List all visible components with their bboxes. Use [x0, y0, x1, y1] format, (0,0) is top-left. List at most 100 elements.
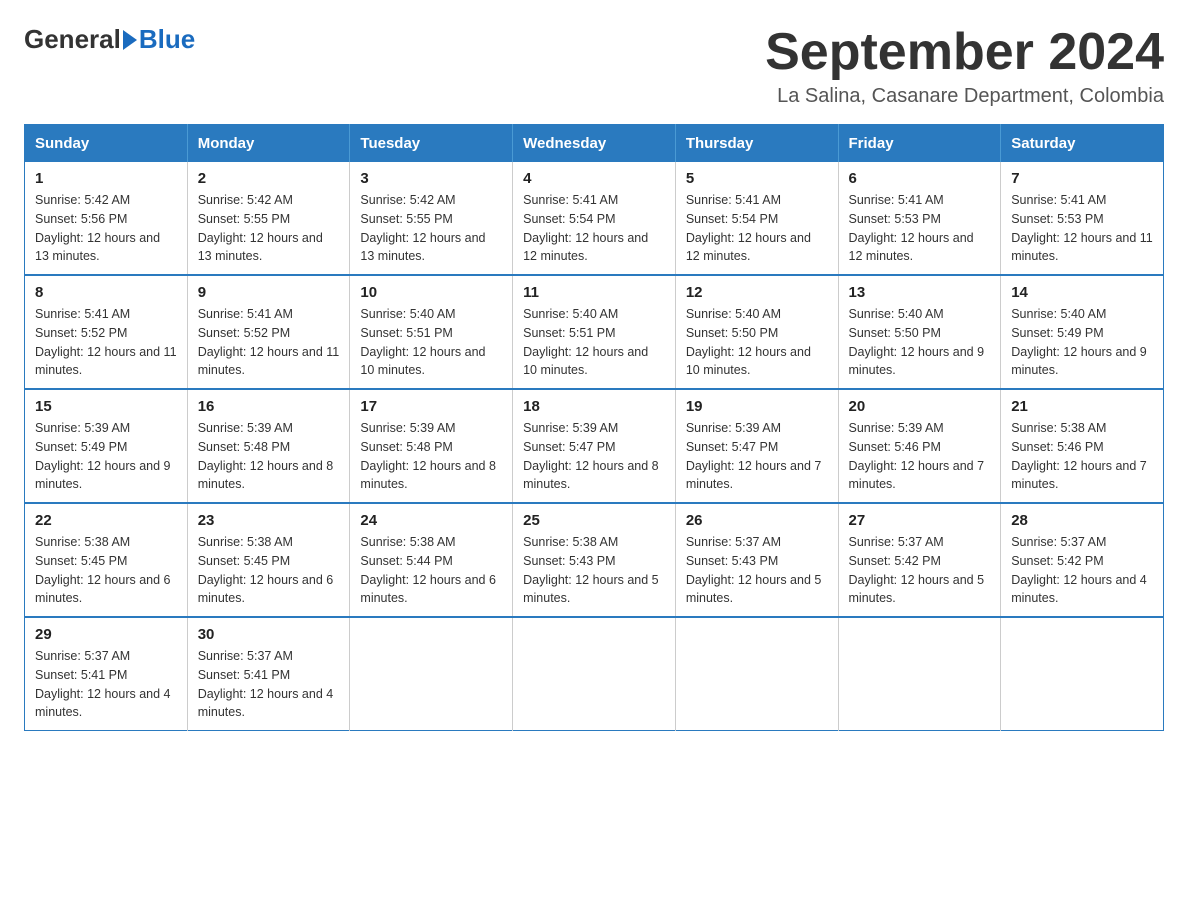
day-number: 22 [35, 512, 177, 529]
calendar-cell: 2Sunrise: 5:42 AMSunset: 5:55 PMDaylight… [187, 162, 350, 275]
day-info: Sunrise: 5:40 AMSunset: 5:51 PMDaylight:… [523, 305, 665, 380]
calendar-table: SundayMondayTuesdayWednesdayThursdayFrid… [24, 124, 1164, 731]
day-number: 25 [523, 512, 665, 529]
calendar-cell: 4Sunrise: 5:41 AMSunset: 5:54 PMDaylight… [513, 162, 676, 275]
calendar-cell [838, 617, 1001, 731]
calendar-cell: 15Sunrise: 5:39 AMSunset: 5:49 PMDayligh… [25, 389, 188, 503]
day-number: 14 [1011, 284, 1153, 301]
day-number: 27 [849, 512, 991, 529]
day-info: Sunrise: 5:40 AMSunset: 5:50 PMDaylight:… [849, 305, 991, 380]
day-number: 7 [1011, 170, 1153, 187]
day-number: 5 [686, 170, 828, 187]
location: La Salina, Casanare Department, Colombia [765, 85, 1164, 108]
calendar-cell [1001, 617, 1164, 731]
day-number: 2 [198, 170, 340, 187]
calendar-cell: 1Sunrise: 5:42 AMSunset: 5:56 PMDaylight… [25, 162, 188, 275]
calendar-cell: 14 Sunrise: 5:40 AMSunset: 5:49 PMDayligh… [1001, 275, 1164, 389]
calendar-cell: 29 Sunrise: 5:37 AMSunset: 5:41 PMDayligh… [25, 617, 188, 731]
calendar-cell: 7Sunrise: 5:41 AMSunset: 5:53 PMDaylight… [1001, 162, 1164, 275]
day-number: 20 [849, 398, 991, 415]
day-info: Sunrise: 5:40 AMSunset: 5:50 PMDaylight:… [686, 305, 828, 380]
day-number: 1 [35, 170, 177, 187]
day-number: 12 [686, 284, 828, 301]
day-info: Sunrise: 5:37 AMSunset: 5:43 PMDaylight:… [686, 533, 828, 608]
day-info: Sunrise: 5:41 AMSunset: 5:52 PMDaylight:… [35, 305, 177, 380]
weekday-header-thursday: Thursday [675, 125, 838, 163]
logo-arrow-icon [123, 30, 137, 50]
day-number: 17 [360, 398, 502, 415]
calendar-cell: 5 Sunrise: 5:41 AMSunset: 5:54 PMDaylight… [675, 162, 838, 275]
calendar-cell: 20 Sunrise: 5:39 AMSunset: 5:46 PMDayligh… [838, 389, 1001, 503]
day-number: 18 [523, 398, 665, 415]
calendar-cell: 22 Sunrise: 5:38 AMSunset: 5:45 PMDayligh… [25, 503, 188, 617]
calendar-cell: 12 Sunrise: 5:40 AMSunset: 5:50 PMDayligh… [675, 275, 838, 389]
calendar-cell: 26 Sunrise: 5:37 AMSunset: 5:43 PMDayligh… [675, 503, 838, 617]
week-row-4: 22 Sunrise: 5:38 AMSunset: 5:45 PMDayligh… [25, 503, 1164, 617]
calendar-cell: 16Sunrise: 5:39 AMSunset: 5:48 PMDayligh… [187, 389, 350, 503]
weekday-header-row: SundayMondayTuesdayWednesdayThursdayFrid… [25, 125, 1164, 163]
calendar-cell [350, 617, 513, 731]
day-info: Sunrise: 5:40 AMSunset: 5:51 PMDaylight:… [360, 305, 502, 380]
calendar-cell: 28Sunrise: 5:37 AMSunset: 5:42 PMDayligh… [1001, 503, 1164, 617]
weekday-header-friday: Friday [838, 125, 1001, 163]
calendar-cell [675, 617, 838, 731]
day-number: 19 [686, 398, 828, 415]
week-row-3: 15Sunrise: 5:39 AMSunset: 5:49 PMDayligh… [25, 389, 1164, 503]
weekday-header-tuesday: Tuesday [350, 125, 513, 163]
day-number: 9 [198, 284, 340, 301]
calendar-cell: 6Sunrise: 5:41 AMSunset: 5:53 PMDaylight… [838, 162, 1001, 275]
day-number: 26 [686, 512, 828, 529]
day-info: Sunrise: 5:39 AMSunset: 5:46 PMDaylight:… [849, 419, 991, 494]
day-info: Sunrise: 5:37 AMSunset: 5:41 PMDaylight:… [35, 647, 177, 722]
day-info: Sunrise: 5:38 AMSunset: 5:44 PMDaylight:… [360, 533, 502, 608]
calendar-cell: 11 Sunrise: 5:40 AMSunset: 5:51 PMDayligh… [513, 275, 676, 389]
day-info: Sunrise: 5:37 AMSunset: 5:41 PMDaylight:… [198, 647, 340, 722]
calendar-cell: 13 Sunrise: 5:40 AMSunset: 5:50 PMDayligh… [838, 275, 1001, 389]
calendar-cell: 30Sunrise: 5:37 AMSunset: 5:41 PMDayligh… [187, 617, 350, 731]
calendar-cell [513, 617, 676, 731]
day-info: Sunrise: 5:39 AMSunset: 5:47 PMDaylight:… [523, 419, 665, 494]
weekday-header-sunday: Sunday [25, 125, 188, 163]
calendar-cell: 23 Sunrise: 5:38 AMSunset: 5:45 PMDayligh… [187, 503, 350, 617]
calendar-cell: 18 Sunrise: 5:39 AMSunset: 5:47 PMDayligh… [513, 389, 676, 503]
day-info: Sunrise: 5:38 AMSunset: 5:45 PMDaylight:… [35, 533, 177, 608]
day-number: 24 [360, 512, 502, 529]
logo-general: General [24, 24, 121, 55]
day-info: Sunrise: 5:38 AMSunset: 5:43 PMDaylight:… [523, 533, 665, 608]
day-info: Sunrise: 5:37 AMSunset: 5:42 PMDaylight:… [849, 533, 991, 608]
calendar-cell: 10 Sunrise: 5:40 AMSunset: 5:51 PMDayligh… [350, 275, 513, 389]
logo: General Blue [24, 24, 195, 55]
calendar-cell: 9 Sunrise: 5:41 AMSunset: 5:52 PMDaylight… [187, 275, 350, 389]
day-info: Sunrise: 5:39 AMSunset: 5:48 PMDaylight:… [360, 419, 502, 494]
weekday-header-wednesday: Wednesday [513, 125, 676, 163]
day-number: 23 [198, 512, 340, 529]
day-info: Sunrise: 5:42 AMSunset: 5:55 PMDaylight:… [360, 191, 502, 266]
calendar-cell: 27 Sunrise: 5:37 AMSunset: 5:42 PMDayligh… [838, 503, 1001, 617]
logo-blue: Blue [139, 24, 195, 55]
day-info: Sunrise: 5:39 AMSunset: 5:47 PMDaylight:… [686, 419, 828, 494]
week-row-2: 8 Sunrise: 5:41 AMSunset: 5:52 PMDaylight… [25, 275, 1164, 389]
calendar-cell: 8 Sunrise: 5:41 AMSunset: 5:52 PMDaylight… [25, 275, 188, 389]
day-number: 4 [523, 170, 665, 187]
day-info: Sunrise: 5:38 AMSunset: 5:46 PMDaylight:… [1011, 419, 1153, 494]
calendar-cell: 21Sunrise: 5:38 AMSunset: 5:46 PMDayligh… [1001, 389, 1164, 503]
week-row-5: 29 Sunrise: 5:37 AMSunset: 5:41 PMDayligh… [25, 617, 1164, 731]
day-number: 11 [523, 284, 665, 301]
day-number: 8 [35, 284, 177, 301]
week-row-1: 1Sunrise: 5:42 AMSunset: 5:56 PMDaylight… [25, 162, 1164, 275]
day-number: 13 [849, 284, 991, 301]
day-number: 16 [198, 398, 340, 415]
day-number: 3 [360, 170, 502, 187]
day-number: 15 [35, 398, 177, 415]
day-number: 28 [1011, 512, 1153, 529]
day-info: Sunrise: 5:41 AMSunset: 5:54 PMDaylight:… [686, 191, 828, 266]
calendar-cell: 24 Sunrise: 5:38 AMSunset: 5:44 PMDayligh… [350, 503, 513, 617]
day-info: Sunrise: 5:38 AMSunset: 5:45 PMDaylight:… [198, 533, 340, 608]
weekday-header-saturday: Saturday [1001, 125, 1164, 163]
weekday-header-monday: Monday [187, 125, 350, 163]
day-number: 10 [360, 284, 502, 301]
page-header: General Blue September 2024 La Salina, C… [24, 24, 1164, 108]
day-number: 29 [35, 626, 177, 643]
day-info: Sunrise: 5:41 AMSunset: 5:52 PMDaylight:… [198, 305, 340, 380]
day-info: Sunrise: 5:40 AMSunset: 5:49 PMDaylight:… [1011, 305, 1153, 380]
